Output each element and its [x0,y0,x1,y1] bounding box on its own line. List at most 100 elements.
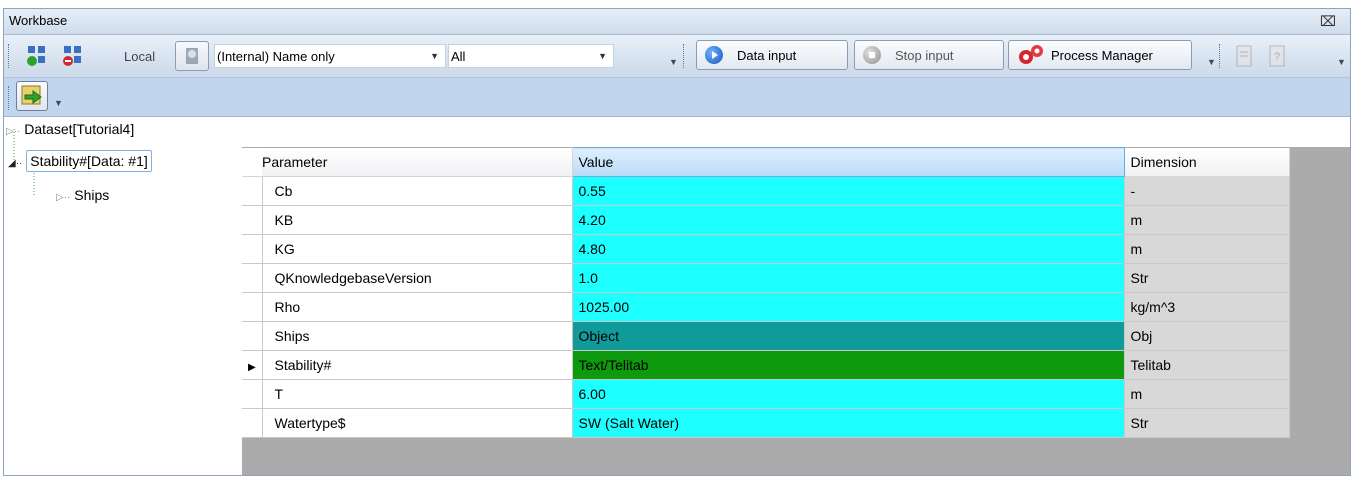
dimension-cell: kg/m^3 [1124,292,1290,322]
row-selector[interactable] [242,292,263,322]
toolbar-overflow-icon[interactable]: ▼ [1207,57,1216,67]
parameter-cell[interactable]: T [262,379,573,409]
connect-network-icon[interactable] [26,44,52,71]
row-selector[interactable] [242,321,263,351]
secondary-toolbar: ▼ [4,78,1350,117]
expand-arrow-icon[interactable]: ▷·· [56,192,70,203]
parameter-cell[interactable]: QKnowledgebaseVersion [262,263,573,293]
collapse-arrow-icon[interactable]: ◢·· [8,158,22,169]
data-input-button[interactable]: Data input [696,40,848,70]
row-selector[interactable] [242,379,263,409]
header-row: Parameter Value Dimension [242,147,1290,177]
value-cell[interactable]: 1025.00 [572,292,1125,322]
table-row[interactable]: T 6.00 m [242,379,1290,409]
value-cell[interactable]: Object [572,321,1125,351]
import-arrow-button[interactable] [16,81,48,111]
parameter-cell[interactable]: Stability# [262,350,573,380]
document-icon[interactable] [1231,43,1257,72]
svg-text:?: ? [1274,51,1280,63]
close-icon[interactable]: ⌧ [1320,13,1336,30]
parameter-cell[interactable]: KB [262,205,573,235]
table-row[interactable]: Ships Object Obj [242,321,1290,351]
row-selector[interactable] [242,176,263,206]
parameter-cell[interactable]: Rho [262,292,573,322]
row-selector[interactable] [242,205,263,235]
dimension-cell: m [1124,379,1290,409]
tree-item-ships[interactable]: ▷·· Ships [56,187,109,203]
dataset-tree: ▷·· Dataset[Tutorial4] ◢·· Stability#[Da… [4,117,236,475]
toolbar-grip[interactable] [8,86,11,110]
row-selector[interactable]: ▶ [242,350,263,380]
table-row[interactable]: QKnowledgebaseVersion 1.0 Str [242,263,1290,293]
gears-icon [1017,43,1045,67]
toolbar-grip[interactable] [1219,44,1222,68]
toolbar-grip[interactable] [8,44,11,68]
lookup-icon-button[interactable] [175,41,209,71]
expand-arrow-icon[interactable]: ▷·· [6,126,20,137]
tree-item-stability[interactable]: ◢·· Stability#[Data: #1] [8,150,152,172]
table-row[interactable]: KB 4.20 m [242,205,1290,235]
chevron-down-icon[interactable]: ▼ [598,51,607,61]
tree-item-label: Dataset[Tutorial4] [24,121,135,137]
row-selector[interactable] [242,234,263,264]
parameter-grid: Parameter Value Dimension Cb 0.55- KB 4.20 m… [242,147,1350,475]
table-row[interactable]: Cb 0.55- [242,176,1290,206]
local-label: Local [124,49,156,64]
row-selector[interactable] [242,263,263,293]
tree-item-label: Stability#[Data: #1] [26,150,152,172]
toolbar-overflow-icon[interactable]: ▼ [1337,57,1346,67]
toolbar-overflow-icon[interactable]: ▼ [669,57,678,67]
row-header-corner [242,147,262,177]
stop-input-button[interactable]: Stop input [854,40,1004,70]
column-header-dimension[interactable]: Dimension [1124,147,1290,177]
column-header-value[interactable]: Value [571,147,1125,177]
dimension-cell: Obj [1124,321,1290,351]
main-toolbar: Local (Internal) Name only ▼ All ▼ ▼ Dat… [4,35,1350,78]
name-display-select[interactable]: (Internal) Name only ▼ [214,44,446,68]
dimension-cell: Str [1124,263,1290,293]
toolbar-grip[interactable] [683,44,686,68]
process-manager-button[interactable]: Process Manager [1008,40,1192,70]
filter-select[interactable]: All ▼ [448,44,614,68]
filter-value: All [451,48,466,64]
table-row[interactable]: ▶ Stability# Text/Telitab Telitab [242,350,1290,380]
chevron-down-icon[interactable]: ▼ [430,51,439,61]
toolbar-overflow-icon[interactable]: ▼ [54,98,63,108]
parameter-cell[interactable]: Ships [262,321,573,351]
row-selector[interactable] [242,408,263,438]
parameter-cell[interactable]: KG [262,234,573,264]
play-icon [705,46,723,64]
current-row-arrow-icon: ▶ [248,362,256,373]
value-cell[interactable]: 6.00 [572,379,1125,409]
column-header-parameter[interactable]: Parameter [262,147,573,177]
dimension-cell: m [1124,205,1290,235]
name-display-value: (Internal) Name only [217,48,335,64]
process-manager-label: Process Manager [1051,47,1153,63]
stop-icon [863,46,881,64]
title-bar: Workbase ⌧ [4,9,1350,35]
value-cell[interactable]: SW (Salt Water) [572,408,1125,438]
disconnect-network-icon[interactable] [62,44,88,71]
value-cell[interactable]: Text/Telitab [572,350,1125,380]
table-row[interactable]: Rho 1025.00 kg/m^3 [242,292,1290,322]
parameter-table: Parameter Value Dimension Cb 0.55- KB 4.20 m… [242,147,1290,438]
parameter-cell[interactable]: Cb [262,176,573,206]
value-cell[interactable]: 1.0 [572,263,1125,293]
table-row[interactable]: Watertype$ SW (Salt Water) Str [242,408,1290,438]
workbase-window: Workbase ⌧ Local (Internal) Name only ▼ … [3,8,1351,476]
dimension-cell: Str [1124,408,1290,438]
tree-item-dataset[interactable]: ▷·· Dataset[Tutorial4] [6,121,134,137]
grid-body: Cb 0.55- KB 4.20 m KG 4.80 m QKnowledgebaseVersi… [242,176,1290,438]
parameter-cell[interactable]: Watertype$ [262,408,573,438]
dimension-cell: - [1124,176,1290,206]
dimension-cell: Telitab [1124,350,1290,380]
help-icon[interactable]: ? [1264,43,1290,72]
data-input-label: Data input [737,47,797,63]
stop-input-label: Stop input [895,47,954,63]
dimension-cell: m [1124,234,1290,264]
value-cell[interactable]: 4.20 [572,205,1125,235]
value-cell[interactable]: 4.80 [572,234,1125,264]
value-cell[interactable]: 0.55 [572,176,1125,206]
table-row[interactable]: KG 4.80 m [242,234,1290,264]
tree-item-label: Ships [74,187,110,203]
